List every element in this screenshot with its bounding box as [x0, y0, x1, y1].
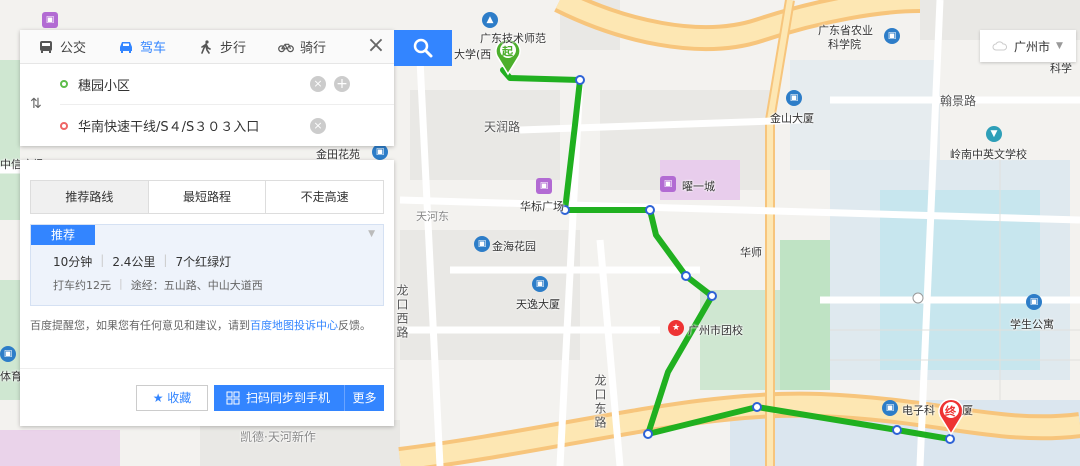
recommended-badge: 推荐 — [31, 225, 95, 245]
mode-label: 驾车 — [140, 41, 167, 56]
mode-bike[interactable]: 骑行 — [260, 30, 340, 64]
search-icon — [413, 38, 433, 58]
walk-icon — [201, 39, 211, 54]
map-label: 岭南中英文学校 — [950, 148, 1027, 161]
mode-label: 公交 — [60, 41, 87, 56]
car-icon — [120, 41, 133, 53]
route-distance: 2.4公里 — [112, 255, 156, 269]
divider: | — [119, 277, 123, 290]
route-panel: 公交 驾车 步行 骑行 × ⇅ 穗园小区 × + 华南快速干线/S４/S３０３入… — [20, 30, 394, 146]
route-sub: 打车约12元 | 途经：五山路、中山大道西 — [53, 277, 263, 293]
favorite-label: 收藏 — [167, 391, 192, 405]
building-icon[interactable]: ▣ — [0, 346, 16, 362]
map-label: 广东技术师范 — [480, 32, 546, 45]
add-waypoint-icon[interactable]: + — [334, 76, 350, 92]
map-label: 天润路 — [484, 120, 521, 134]
city-name: 广州市 — [1014, 39, 1051, 54]
end-input-row[interactable]: 华南快速干线/S４/S３０３入口 × — [60, 105, 394, 146]
map-label: 科学院 — [828, 38, 861, 51]
star-icon: ★ — [152, 391, 164, 405]
star-icon[interactable]: ★ — [668, 320, 684, 336]
map-label: 天河东 — [416, 210, 449, 223]
building-icon[interactable]: ▣ — [474, 236, 490, 252]
map-label: 龙口东路 — [593, 374, 607, 430]
map-label: 学生公寓 — [1010, 318, 1054, 331]
route-tabs: 推荐路线 最短路程 不走高速 — [30, 180, 384, 214]
end-marker-label: 终 — [945, 405, 956, 418]
map-label: 凯德·天河新作 — [240, 430, 316, 444]
sync-to-phone-button[interactable]: 扫码同步到手机 — [214, 385, 344, 411]
swap-icon[interactable]: ⇅ — [30, 96, 42, 112]
mode-label: 步行 — [220, 41, 247, 56]
building-icon[interactable]: ▣ — [786, 90, 802, 106]
sync-button: 扫码同步到手机 更多 — [214, 385, 384, 411]
tip-prefix: 百度提醒您，如果您有任何意见和建议，请到 — [30, 319, 250, 332]
route-inputs: ⇅ 穗园小区 × + 华南快速干线/S４/S３０３入口 × — [20, 64, 394, 146]
map-label: 科学 — [1050, 62, 1072, 75]
map-label: 华标广场 — [520, 200, 564, 213]
taxi-fare: 打车约12元 — [53, 279, 111, 292]
chevron-down-icon[interactable]: ▼ — [368, 229, 375, 239]
sync-label: 扫码同步到手机 — [246, 391, 331, 405]
divider: | — [100, 253, 105, 267]
feedback-tip: 百度提醒您，如果您有任何意见和建议，请到百度地图投诉中心反馈。 — [30, 316, 384, 336]
start-dot-icon — [60, 80, 68, 88]
route-stats: 10分钟 | 2.4公里 | 7个红绿灯 — [53, 253, 231, 270]
school-icon[interactable]: ▼ — [986, 126, 1002, 142]
map-label: 金海花园 — [492, 240, 536, 253]
divider: | — [163, 253, 168, 267]
map-label: 广州市团校 — [688, 324, 743, 337]
map-label: 华师 — [740, 246, 762, 259]
close-button[interactable]: × — [358, 30, 394, 64]
building-icon[interactable]: ▣ — [884, 28, 900, 44]
map-label: 翰景路 — [940, 94, 977, 108]
tab-shortest[interactable]: 最短路程 — [148, 181, 267, 213]
shop-icon[interactable]: ▣ — [536, 178, 552, 194]
end-dot-icon — [60, 121, 68, 130]
map-label: 天逸大厦 — [516, 298, 560, 311]
action-bar: ★ 收藏 扫码同步到手机 更多 — [20, 368, 394, 426]
start-input-row[interactable]: 穗园小区 × + — [60, 64, 394, 105]
cloud-icon — [992, 41, 1008, 51]
tab-no-highway[interactable]: 不走高速 — [266, 181, 384, 213]
chevron-down-icon: ▼ — [1056, 41, 1063, 51]
map-label: 龙口西路 — [395, 284, 409, 340]
shop-icon[interactable]: ▣ — [660, 176, 676, 192]
building-icon[interactable]: ▣ — [372, 144, 388, 160]
route-via: 途经：五山路、中山大道西 — [130, 279, 263, 292]
transport-mode-bar: 公交 驾车 步行 骑行 × — [20, 30, 394, 64]
route-result: 推荐路线 最短路程 不走高速 推荐 ▼ 10分钟 | 2.4公里 | 7个红绿灯… — [20, 160, 394, 426]
route-lights: 7个红绿灯 — [175, 255, 232, 269]
map-label: 大学(西 — [454, 48, 492, 61]
bus-icon — [40, 40, 52, 53]
route-card[interactable]: 推荐 ▼ 10分钟 | 2.4公里 | 7个红绿灯 打车约12元 | 途经：五山… — [30, 224, 384, 306]
mode-label: 骑行 — [300, 41, 327, 56]
clear-icon[interactable]: × — [310, 117, 326, 134]
qr-code-icon — [226, 391, 240, 405]
building-icon[interactable]: ▣ — [532, 276, 548, 292]
more-button[interactable]: 更多 — [344, 385, 384, 411]
complaint-center-link[interactable]: 百度地图投诉中心 — [250, 319, 338, 332]
building-icon[interactable]: ▣ — [1026, 294, 1042, 310]
city-selector[interactable]: 广州市 ▼ — [980, 30, 1076, 62]
school-icon[interactable]: ▲ — [482, 12, 498, 28]
building-icon[interactable]: ▣ — [882, 400, 898, 416]
map-label: 曜一城 — [682, 180, 715, 193]
bike-icon — [278, 43, 294, 52]
start-input[interactable]: 穗园小区 — [78, 75, 130, 94]
map-label: 厦 — [962, 404, 973, 417]
tip-suffix: 反馈。 — [338, 319, 371, 332]
mode-car[interactable]: 驾车 — [100, 30, 180, 64]
map-label: 电子科 — [902, 404, 935, 417]
map-label: 金山大厦 — [770, 112, 814, 125]
end-input[interactable]: 华南快速干线/S４/S３０３入口 — [78, 116, 259, 135]
tab-recommended[interactable]: 推荐路线 — [31, 181, 149, 213]
favorite-button[interactable]: ★ 收藏 — [136, 385, 208, 411]
mode-walk[interactable]: 步行 — [180, 30, 260, 64]
shop-icon[interactable]: ▣ — [42, 12, 58, 28]
clear-icon[interactable]: × — [310, 76, 326, 92]
mode-bus[interactable]: 公交 — [20, 30, 100, 64]
route-time: 10分钟 — [53, 255, 93, 269]
search-button[interactable] — [394, 30, 452, 66]
